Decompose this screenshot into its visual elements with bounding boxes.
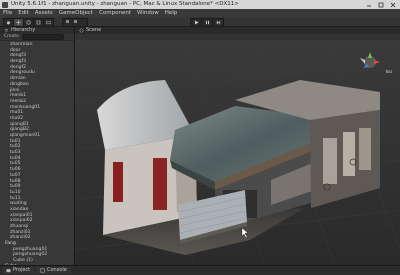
close-icon <box>390 2 396 7</box>
maximize-icon <box>378 2 384 7</box>
rotate-tool-icon <box>26 20 31 25</box>
transform-tools <box>3 18 54 27</box>
main-toolbar <box>0 17 400 27</box>
scene-tab-label: Scene <box>86 27 102 33</box>
menu-help[interactable]: Help <box>162 9 181 17</box>
pivot-icon <box>66 20 77 23</box>
hierarchy-tab-label: Hierarchy <box>11 27 36 33</box>
maximize-button[interactable] <box>376 0 386 9</box>
project-tab[interactable]: Project <box>2 267 35 274</box>
hierarchy-icon <box>5 29 8 32</box>
play-icon <box>194 20 198 25</box>
scale-tool-icon <box>36 20 41 25</box>
unity-logo-icon <box>2 1 8 8</box>
window-title: Unity 5.6.1f1 - zhanguan.unity - zhangua… <box>11 1 239 7</box>
right-display-3 <box>359 128 371 170</box>
step-button[interactable] <box>212 18 224 27</box>
gizmo-projection-label[interactable]: Iso <box>386 70 392 75</box>
menu-assets[interactable]: Assets <box>32 9 56 17</box>
console-tab[interactable]: Console <box>36 267 71 274</box>
console-tab-label: Console <box>47 267 67 273</box>
hierarchy-list: shanmian door dengf3 dengf3 dengf2 dengroudu d… <box>0 41 74 265</box>
menu-gameobject[interactable]: GameObject <box>56 9 96 17</box>
scene-tab[interactable]: Scene <box>75 27 400 34</box>
scene-render[interactable] <box>75 40 400 265</box>
hierarchy-toolbar: Create <box>0 34 74 41</box>
hierarchy-tab[interactable]: Hierarchy <box>0 27 74 34</box>
menu-edit[interactable]: Edit <box>15 9 32 17</box>
window-controls <box>364 0 398 9</box>
pause-icon <box>205 20 209 25</box>
folder-icon <box>6 269 11 273</box>
menu-file[interactable]: File <box>0 9 15 17</box>
scene-icon <box>79 28 84 33</box>
console-icon <box>40 268 45 273</box>
menu-bar: File Edit Assets GameObject Component Wi… <box>0 9 400 17</box>
window-titlebar: Unity 5.6.1f1 - zhanguan.unity - zhangua… <box>0 0 400 9</box>
rect-tool-button[interactable] <box>43 18 54 27</box>
pivot-toggle[interactable] <box>62 18 88 27</box>
hand-tool-icon <box>6 21 11 25</box>
scene-viewport[interactable] <box>75 40 400 265</box>
menu-component[interactable]: Component <box>96 9 134 17</box>
rect-tool-icon <box>46 20 51 25</box>
minimize-button[interactable] <box>364 0 374 9</box>
minimize-icon <box>367 5 371 6</box>
play-controls <box>190 18 224 27</box>
right-display-2 <box>343 132 355 176</box>
close-button[interactable] <box>388 0 398 9</box>
red-door-left <box>113 162 123 202</box>
move-tool-icon <box>16 20 21 25</box>
right-display-1 <box>323 138 337 184</box>
create-dropdown[interactable]: Create <box>4 34 19 40</box>
red-panel <box>153 158 167 210</box>
step-icon <box>216 20 220 25</box>
hierarchy-search-input[interactable] <box>21 34 64 40</box>
scene-panel: Scene Iso <box>75 27 400 265</box>
menu-window[interactable]: Window <box>134 9 162 17</box>
project-tab-label: Project <box>13 267 31 273</box>
hierarchy-panel: Hierarchy Create shanmian door dengf3 dengf… <box>0 27 75 265</box>
